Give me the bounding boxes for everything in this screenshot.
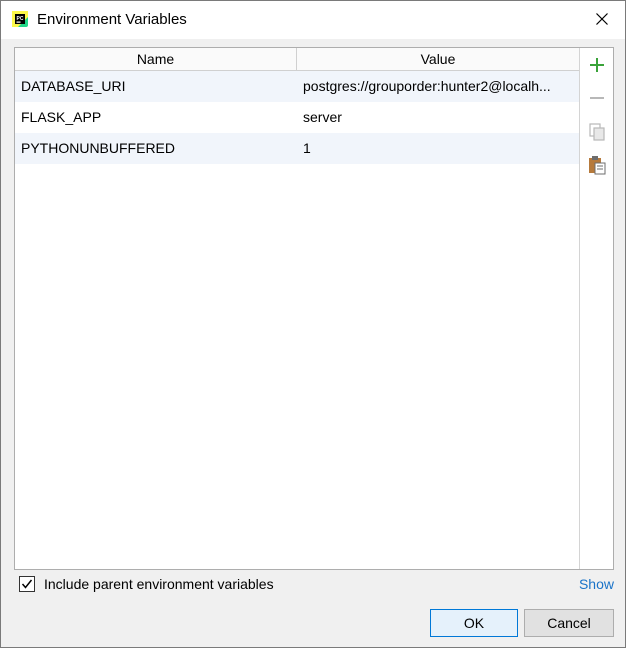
options-row: Include parent environment variables Sho… — [19, 575, 614, 595]
show-link[interactable]: Show — [579, 575, 614, 593]
variable-name-cell[interactable]: DATABASE_URI — [21, 71, 291, 102]
variable-value-cell[interactable]: server — [303, 102, 573, 133]
add-variable-button[interactable] — [587, 56, 607, 76]
variable-value-cell[interactable]: 1 — [303, 133, 573, 164]
column-header-value[interactable]: Value — [297, 48, 579, 70]
include-parent-checkbox[interactable] — [19, 576, 35, 592]
close-button[interactable] — [579, 1, 625, 39]
close-icon — [596, 12, 608, 28]
table-row[interactable]: DATABASE_URI postgres://grouporder:hunte… — [15, 71, 579, 102]
svg-text:PC: PC — [17, 16, 24, 22]
variables-table[interactable]: Name Value DATABASE_URI postgres://group… — [15, 48, 580, 569]
include-parent-label[interactable]: Include parent environment variables — [44, 575, 274, 593]
dialog-title: Environment Variables — [37, 11, 187, 28]
variables-panel: Name Value DATABASE_URI postgres://group… — [14, 47, 614, 570]
variable-name-cell[interactable]: PYTHONUNBUFFERED — [21, 133, 291, 164]
environment-variables-dialog: PC Environment Variables Name Value DATA… — [0, 0, 626, 648]
column-header-name[interactable]: Name — [15, 48, 297, 70]
table-row[interactable]: PYTHONUNBUFFERED 1 — [15, 133, 579, 164]
paste-variables-button[interactable] — [587, 155, 607, 178]
remove-variable-button[interactable] — [587, 89, 607, 109]
variable-name-cell[interactable]: FLASK_APP — [21, 102, 291, 133]
pycharm-app-icon: PC — [12, 11, 28, 27]
ok-button[interactable]: OK — [430, 609, 518, 637]
add-icon — [589, 57, 605, 76]
copy-variables-button[interactable] — [587, 122, 607, 144]
remove-icon — [589, 90, 605, 109]
table-toolbar — [580, 48, 613, 569]
table-row[interactable]: FLASK_APP server — [15, 102, 579, 133]
table-header: Name Value — [15, 48, 579, 71]
cancel-button[interactable]: Cancel — [524, 609, 614, 637]
copy-icon — [589, 122, 605, 144]
paste-icon — [588, 155, 606, 178]
variable-value-cell[interactable]: postgres://grouporder:hunter2@localh... — [303, 71, 573, 102]
title-bar: PC Environment Variables — [1, 1, 625, 39]
